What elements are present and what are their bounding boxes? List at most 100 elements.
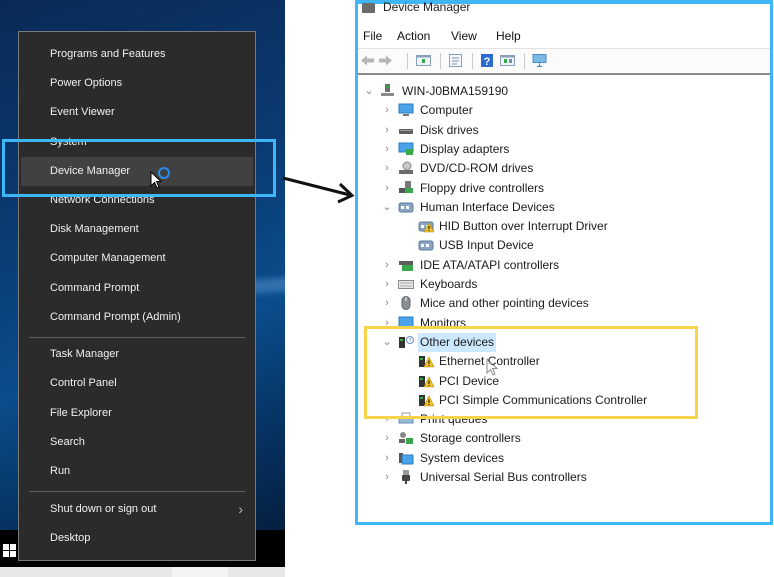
display-adapter-icon [398, 142, 414, 155]
menu-file[interactable]: File [363, 29, 382, 43]
svg-text:?: ? [409, 338, 412, 344]
tree-device-label: HID Button over Interrupt Driver [439, 219, 608, 234]
device-manager-window: Device Manager File Action View Help ? ⌄… [355, 0, 773, 525]
tree-category-label: Monitors [420, 315, 467, 330]
chevron-right-icon[interactable]: › [382, 429, 392, 448]
action-pane-icon[interactable] [500, 54, 515, 67]
chevron-right-icon[interactable]: › [382, 314, 392, 333]
menu-bar: File Action View Help [358, 26, 770, 49]
tree-category-label: Other devices [418, 332, 497, 352]
toolbar-separator [440, 53, 441, 69]
device-manager-app-icon [362, 2, 375, 13]
menu-help[interactable]: Help [496, 29, 521, 43]
winx-power-user-menu: Programs and Features Power Options Even… [18, 31, 256, 561]
printer-icon [398, 412, 414, 424]
warning-device-icon [419, 375, 434, 387]
toolbar-separator [524, 53, 525, 69]
tree-root-label: WIN-J0BMA159190 [402, 84, 509, 98]
window-title-text: Device Manager [383, 0, 471, 14]
tree-category-label: Print queues [420, 412, 488, 427]
warning-device-icon [419, 394, 434, 407]
menu-item-event-viewer[interactable]: Event Viewer [19, 98, 255, 127]
chevron-down-icon[interactable]: ⌄ [382, 333, 392, 352]
computer-icon [398, 103, 414, 117]
tree-category-label: Universal Serial Bus controllers [420, 470, 587, 484]
back-icon[interactable] [360, 54, 375, 67]
device-icon [418, 240, 434, 251]
computer-host-icon [381, 84, 394, 96]
chevron-right-icon[interactable]: › [382, 410, 392, 429]
menu-separator [29, 337, 245, 338]
menu-action[interactable]: Action [397, 29, 430, 43]
toolbar: ? [358, 49, 770, 75]
tree-category-label: Display adapters [420, 141, 510, 156]
keyboard-icon [398, 280, 414, 289]
mouse-cursor-icon [486, 358, 498, 376]
chevron-down-icon[interactable]: ⌄ [382, 198, 392, 217]
scan-hardware-icon[interactable] [532, 54, 547, 67]
monitor-icon [398, 316, 414, 328]
chevron-right-icon[interactable]: › [382, 468, 392, 487]
menu-separator [29, 491, 245, 492]
busy-spinner-icon [158, 167, 170, 179]
menu-item-system[interactable]: System [19, 128, 255, 157]
toolbar-separator [407, 53, 408, 69]
menu-item-command-prompt-admin[interactable]: Command Prompt (Admin) [19, 303, 255, 332]
dvd-drive-icon [399, 161, 413, 175]
tree-category-label: Human Interface Devices [420, 199, 555, 214]
chevron-right-icon[interactable]: › [382, 121, 392, 140]
usb-icon [402, 470, 410, 484]
menu-item-computer-management[interactable]: Computer Management [19, 244, 255, 273]
menu-item-power-options[interactable]: Power Options [19, 69, 255, 98]
floppy-controller-icon [399, 180, 413, 193]
chevron-right-icon[interactable]: › [382, 449, 392, 468]
chevron-right-icon: › [238, 501, 243, 517]
chevron-right-icon[interactable]: › [382, 101, 392, 120]
taskbar-notch [172, 567, 228, 577]
disk-drive-icon [399, 128, 413, 134]
menu-item-label: Shut down or sign out [50, 503, 157, 515]
menu-item-device-manager[interactable]: Device Manager [21, 157, 253, 186]
menu-view[interactable]: View [451, 29, 477, 43]
tree-category-label: DVD/CD-ROM drives [420, 161, 534, 176]
menu-item-network-connections[interactable]: Network Connections [19, 186, 255, 215]
menu-item-programs-and-features[interactable]: Programs and Features [19, 40, 255, 69]
menu-item-search[interactable]: Search [19, 428, 255, 457]
menu-item-desktop[interactable]: Desktop [19, 524, 255, 553]
chevron-right-icon[interactable]: › [382, 294, 392, 313]
taskbar-strip [0, 567, 285, 577]
svg-text:?: ? [484, 56, 491, 67]
chevron-right-icon[interactable]: › [382, 140, 392, 159]
tree-category-label: Floppy drive controllers [420, 180, 545, 195]
menu-item-task-manager[interactable]: Task Manager [19, 340, 255, 369]
menu-item-shut-down-or-sign-out[interactable]: Shut down or sign out › [19, 495, 255, 524]
menu-item-file-explorer[interactable]: File Explorer [19, 399, 255, 428]
windows-start-icon[interactable] [3, 544, 17, 558]
help-icon[interactable]: ? [480, 54, 495, 67]
forward-icon[interactable] [378, 54, 393, 67]
toolbar-separator [472, 53, 473, 69]
menu-item-run[interactable]: Run [19, 457, 255, 486]
tree-category-label: IDE ATA/ATAPI controllers [420, 257, 560, 272]
tree-category-label: Disk drives [420, 122, 479, 137]
menu-item-command-prompt[interactable]: Command Prompt [19, 274, 255, 303]
storage-controller-icon [399, 432, 413, 445]
menu-item-control-panel[interactable]: Control Panel [19, 369, 255, 398]
tree-category-label: Computer [420, 103, 473, 118]
chevron-right-icon[interactable]: › [382, 159, 392, 178]
tree-category-label: Mice and other pointing devices [420, 296, 589, 311]
hid-icon [398, 202, 414, 213]
tree-category-label: System devices [420, 450, 505, 465]
show-hide-console-tree-icon[interactable] [416, 54, 431, 67]
warning-device-icon [419, 356, 434, 368]
ide-controller-icon [399, 260, 413, 271]
chevron-right-icon[interactable]: › [382, 275, 392, 294]
properties-icon[interactable] [448, 54, 463, 67]
chevron-right-icon[interactable]: › [382, 256, 392, 275]
chevron-right-icon[interactable]: › [382, 179, 392, 198]
chevron-down-icon[interactable]: ⌄ [364, 82, 374, 101]
mouse-icon [401, 296, 411, 311]
menu-item-disk-management[interactable]: Disk Management [19, 215, 255, 244]
tree-category-label: Storage controllers [420, 431, 521, 446]
arrow-right-icon [282, 176, 355, 204]
